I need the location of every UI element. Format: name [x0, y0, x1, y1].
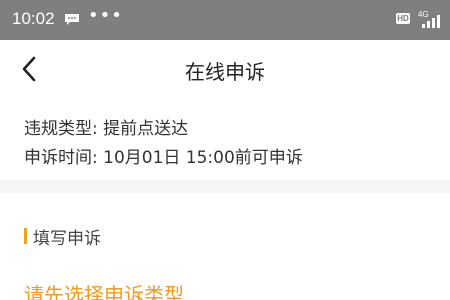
message-icon	[65, 14, 79, 25]
appeal-type-selector[interactable]: 请先选择申诉类型	[24, 279, 184, 300]
appeal-time-text: 申诉时间: 10月01日 15:00前可申诉	[24, 148, 303, 168]
section-title: 填写申诉	[33, 229, 101, 249]
signal-icon	[422, 15, 440, 28]
nav-header: 在线申诉	[0, 40, 450, 98]
violation-info: 违规类型: 提前点送达 申诉时间: 10月01日 15:00前可申诉	[0, 98, 450, 180]
more-notifications-icon: •••	[88, 5, 123, 26]
appeal-form: 填写申诉 请先选择申诉类型	[0, 193, 450, 300]
status-bar: 10:02 ••• HD 4G	[0, 0, 450, 40]
hd-icon: HD	[396, 13, 410, 24]
status-time: 10:02	[12, 9, 55, 28]
page-title: 在线申诉	[185, 60, 265, 84]
section-accent-bar	[24, 228, 27, 244]
violation-type-text: 违规类型: 提前点送达	[24, 119, 189, 139]
